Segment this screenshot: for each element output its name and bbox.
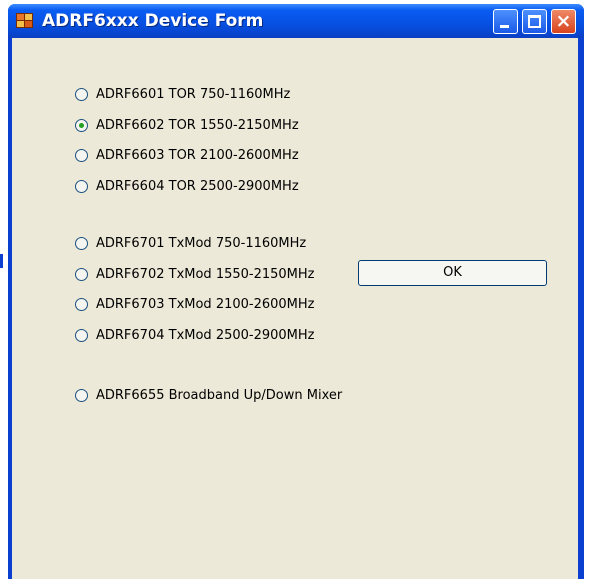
radio-label: ADRF6601 TOR 750-1160MHz — [96, 86, 291, 102]
radio-label: ADRF6702 TxMod 1550-2150MHz — [96, 266, 315, 282]
radio-label: ADRF6701 TxMod 750-1160MHz — [96, 235, 307, 251]
radio-adrf6704[interactable]: ADRF6704 TxMod 2500-2900MHz — [75, 326, 315, 344]
radio-adrf6703[interactable]: ADRF6703 TxMod 2100-2600MHz — [75, 295, 315, 313]
maximize-button[interactable] — [522, 9, 547, 34]
radio-label: ADRF6602 TOR 1550-2150MHz — [96, 117, 299, 133]
maximize-icon — [528, 15, 541, 28]
radio-circle[interactable] — [75, 297, 88, 311]
radio-label: ADRF6604 TOR 2500-2900MHz — [96, 178, 299, 194]
radio-circle[interactable] — [75, 388, 88, 402]
radio-circle[interactable] — [75, 236, 88, 250]
app-icon — [16, 13, 33, 29]
radio-adrf6702[interactable]: ADRF6702 TxMod 1550-2150MHz — [75, 265, 315, 283]
device-form-window: ADRF6xxx Device Form × ADRF6601 TOR 750-… — [8, 4, 584, 579]
radio-circle[interactable] — [75, 179, 88, 193]
radio-circle[interactable] — [75, 267, 88, 281]
radio-adrf6701[interactable]: ADRF6701 TxMod 750-1160MHz — [75, 234, 306, 252]
minimize-button[interactable] — [493, 9, 518, 34]
title-bar[interactable]: ADRF6xxx Device Form × — [8, 4, 584, 38]
radio-circle[interactable] — [75, 328, 88, 342]
radio-adrf6602[interactable]: ADRF6602 TOR 1550-2150MHz — [75, 116, 299, 134]
close-button[interactable]: × — [551, 9, 576, 34]
close-icon: × — [555, 10, 572, 32]
radio-label: ADRF6603 TOR 2100-2600MHz — [96, 147, 299, 163]
radio-circle[interactable] — [75, 148, 88, 162]
radio-circle-selected[interactable] — [75, 118, 88, 132]
minimize-icon — [500, 25, 509, 28]
window-title: ADRF6xxx Device Form — [42, 11, 264, 31]
radio-adrf6604[interactable]: ADRF6604 TOR 2500-2900MHz — [75, 177, 299, 195]
radio-label: ADRF6704 TxMod 2500-2900MHz — [96, 327, 315, 343]
radio-label: ADRF6655 Broadband Up/Down Mixer — [96, 387, 343, 403]
radio-adrf6603[interactable]: ADRF6603 TOR 2100-2600MHz — [75, 146, 299, 164]
window-edge-marker — [0, 254, 3, 268]
radio-circle[interactable] — [75, 87, 88, 101]
form-client-area: ADRF6601 TOR 750-1160MHz ADRF6602 TOR 15… — [12, 38, 578, 579]
radio-adrf6601[interactable]: ADRF6601 TOR 750-1160MHz — [75, 85, 290, 103]
radio-adrf6655[interactable]: ADRF6655 Broadband Up/Down Mixer — [75, 386, 342, 404]
ok-button[interactable]: OK — [358, 260, 547, 286]
radio-label: ADRF6703 TxMod 2100-2600MHz — [96, 296, 315, 312]
